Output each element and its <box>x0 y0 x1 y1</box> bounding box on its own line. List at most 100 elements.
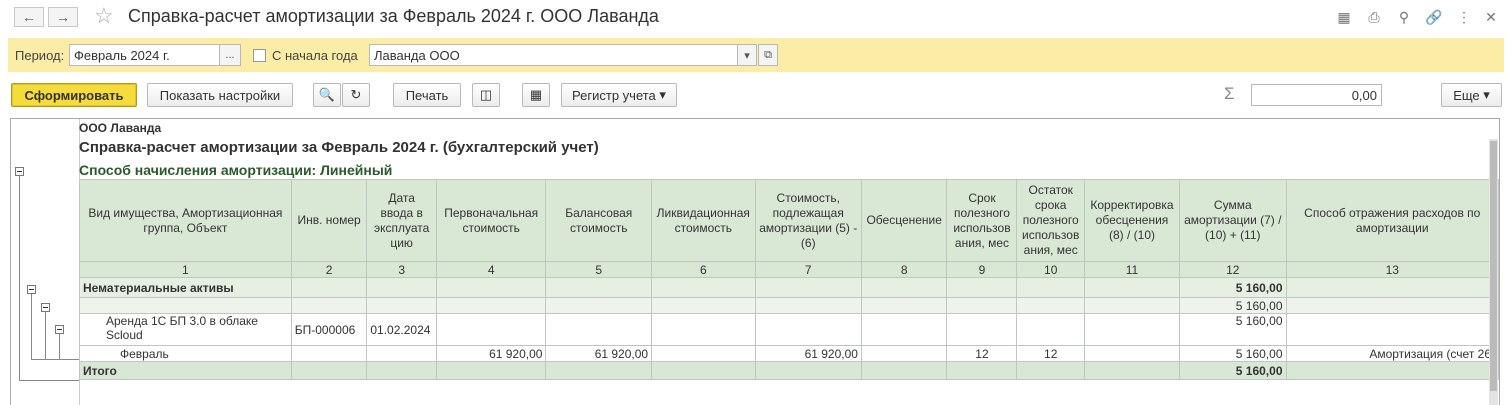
period-input[interactable]: Февраль 2024 г. <box>69 44 227 66</box>
favorite-star-icon[interactable]: ☆ <box>94 4 114 28</box>
column-header: Балансовая стоимость <box>545 179 653 262</box>
initial-cost: 61 920,00 <box>435 345 547 362</box>
report-organization: ООО Лаванда <box>79 121 162 135</box>
filter-bar: Период: Февраль 2024 г. ... С начала год… <box>8 38 1504 72</box>
search-icon: 🔍 <box>318 87 336 102</box>
vertical-scrollbar[interactable] <box>1489 139 1498 405</box>
column-number: 12 <box>1179 261 1287 278</box>
print-button[interactable]: Печать <box>393 83 461 107</box>
group-name: Нематериальные активы <box>79 277 292 298</box>
preview-icon: ◫ <box>479 87 493 102</box>
back-button[interactable]: ← <box>14 7 44 27</box>
scrollbar-thumb[interactable] <box>1490 141 1497 391</box>
column-number: 8 <box>860 261 948 278</box>
column-header: Остаток срока полезного использов ания, … <box>1016 179 1085 262</box>
generate-button[interactable]: Сформировать <box>11 83 137 107</box>
month-name: Февраль <box>79 345 292 362</box>
column-header: Корректировка обесценения (8) / (10) <box>1083 179 1181 262</box>
link-icon[interactable]: 🔗 <box>1425 8 1443 26</box>
search-button[interactable]: 🔍 <box>313 83 341 107</box>
window-title: Справка-расчет амортизации за Февраль 20… <box>128 6 659 26</box>
forward-button[interactable]: → <box>48 7 78 27</box>
save-button[interactable]: ▦ <box>522 83 550 107</box>
depreciation-method: Способ начисления амортизации: Линейный <box>79 162 393 178</box>
period-select-button[interactable]: ... <box>219 44 241 66</box>
column-header: Дата ввода в эксплуата цию <box>366 179 437 262</box>
balance-cost: 61 920,00 <box>545 345 653 362</box>
title-bar: ← → ☆ Справка-расчет амортизации за Февр… <box>0 0 1508 36</box>
column-header: Ликвидационная стоимость <box>651 179 756 262</box>
chevron-down-icon: ▾ <box>659 87 666 102</box>
table-row[interactable]: Февраль 61 920,00 61 920,00 61 920,00 12… <box>79 345 1499 362</box>
show-settings-button[interactable]: Показать настройки <box>147 83 293 107</box>
from-year-start-checkbox[interactable] <box>253 49 266 62</box>
column-number: 3 <box>366 261 437 278</box>
print-icon[interactable]: ⎙ <box>1365 8 1383 26</box>
column-number: 7 <box>754 261 862 278</box>
register-button-label: Регистр учета <box>572 87 656 103</box>
table-row[interactable]: Аренда 1С БП 3.0 в облаке Scloud БП-0000… <box>79 313 1499 346</box>
sigma-icon: Σ <box>1224 84 1235 103</box>
depreciable-cost: 61 920,00 <box>754 345 862 362</box>
collapse-group-icon[interactable] <box>27 285 36 294</box>
report-title: Справка-расчет амортизации за Февраль 20… <box>79 139 599 156</box>
preview-icon[interactable]: ⚲ <box>1395 8 1413 26</box>
column-number: 10 <box>1016 261 1085 278</box>
total-row[interactable]: Итого 5 160,00 <box>79 361 1499 380</box>
month-sum: 5 160,00 <box>1179 345 1287 362</box>
column-header: Инв. номер <box>290 179 368 262</box>
inventory-number: БП-000006 <box>290 313 368 346</box>
column-header: Срок полезного использов ания, мес <box>946 179 1018 262</box>
close-icon[interactable]: ✕ <box>1482 8 1500 26</box>
column-header: Сумма амортизации (7) / (10) + (11) <box>1179 179 1287 262</box>
save-icon[interactable]: ▦ <box>1335 8 1353 26</box>
total-sum: 5 160,00 <box>1179 361 1287 380</box>
column-header: Вид имущества, Амортизационная группа, О… <box>79 179 292 262</box>
search-settings-button[interactable]: ↻ <box>342 83 370 107</box>
register-button[interactable]: Регистр учета ▾ <box>561 83 677 107</box>
organization-dropdown-button[interactable]: ▾ <box>737 44 757 66</box>
more-button-label: Еще <box>1453 87 1480 103</box>
chevron-down-icon: ▾ <box>1483 87 1490 102</box>
collapse-subgroup-icon[interactable] <box>41 303 50 312</box>
commission-date: 01.02.2024 <box>366 313 437 346</box>
more-vertical-icon[interactable]: ⋮ <box>1455 8 1473 26</box>
total-label: Итого <box>79 361 292 380</box>
subgroup-sum: 5 160,00 <box>1179 297 1287 314</box>
item-sum: 5 160,00 <box>1179 313 1287 346</box>
from-year-start-label: С начала года <box>272 48 358 63</box>
subgroup-row[interactable]: 5 160,00 <box>79 297 1499 314</box>
depreciation-table: Вид имущества, Амортизационная группа, О… <box>79 179 1499 380</box>
period-label: Период: <box>15 48 65 63</box>
more-button[interactable]: Еще ▾ <box>1441 83 1502 107</box>
print-preview-button[interactable]: ◫ <box>472 83 500 107</box>
floppy-disk-icon: ▦ <box>529 87 543 102</box>
column-number: 11 <box>1083 261 1181 278</box>
column-header: Стоимость, подлежащая амортизации (5) - … <box>754 179 862 262</box>
arrow-right-icon: → <box>56 9 70 25</box>
column-number: 13 <box>1285 261 1499 278</box>
group-sum: 5 160,00 <box>1179 277 1287 298</box>
expense-method: Амортизация (счет 26) <box>1285 345 1499 362</box>
asset-name: Аренда 1С БП 3.0 в облаке Scloud <box>79 313 292 346</box>
column-number: 9 <box>946 261 1018 278</box>
organization-open-button[interactable]: ⧉ <box>758 44 778 66</box>
report-spreadsheet[interactable]: ООО Лаванда Справка-расчет амортизации з… <box>10 118 1500 405</box>
column-number: 1 <box>79 261 292 278</box>
column-number: 5 <box>545 261 653 278</box>
selection-sum-field[interactable]: 0,00 <box>1251 84 1382 106</box>
table-header-row: Вид имущества, Амортизационная группа, О… <box>79 179 1499 262</box>
group-row[interactable]: Нематериальные активы 5 160,00 <box>79 277 1499 298</box>
column-header: Способ отражения расходов по амортизации <box>1285 179 1499 262</box>
column-number: 6 <box>651 261 756 278</box>
organization-input[interactable]: Лаванда ООО <box>369 44 739 66</box>
column-number-row: 1 2 3 4 5 6 7 8 9 10 11 12 13 <box>79 261 1499 278</box>
column-number: 4 <box>435 261 547 278</box>
collapse-header-icon[interactable] <box>15 167 24 176</box>
column-number: 2 <box>290 261 368 278</box>
search-refresh-icon: ↻ <box>350 87 362 102</box>
grouping-gutter <box>11 119 80 405</box>
useful-life: 12 <box>946 345 1018 362</box>
arrow-left-icon: ← <box>22 9 36 25</box>
collapse-item-icon[interactable] <box>55 325 64 334</box>
